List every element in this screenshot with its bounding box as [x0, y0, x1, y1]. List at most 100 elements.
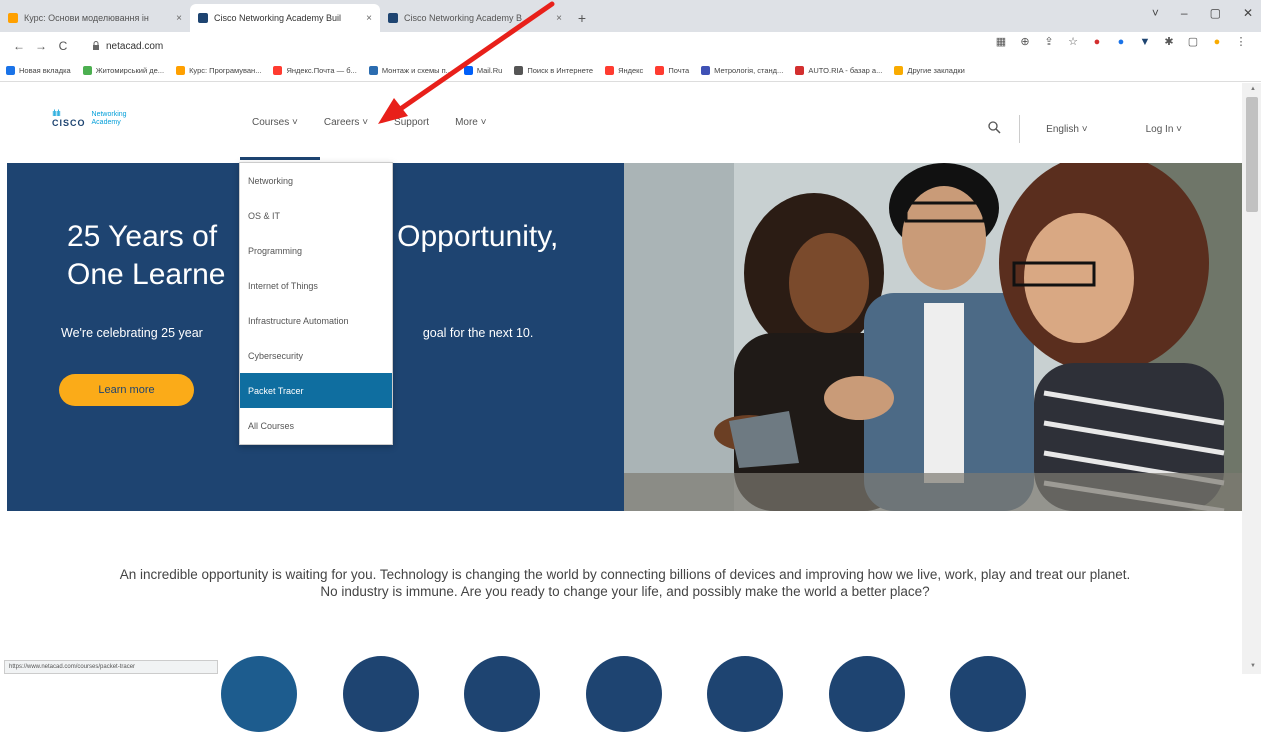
window-controls: ˅ – ▢ ✕ [1152, 6, 1253, 20]
learn-more-button[interactable]: Learn more [59, 374, 194, 406]
cisco-netacad-logo[interactable]: ılıılı CISCO Networking Academy [52, 109, 127, 129]
browser-tab-active[interactable]: Cisco Networking Academy Buil × [190, 4, 380, 32]
bookmark-label: Почта [668, 66, 690, 75]
bookmark-favicon-icon [514, 66, 524, 75]
tab-close-icon[interactable]: × [176, 13, 182, 24]
feature-circle-icon[interactable] [950, 656, 1026, 732]
status-link-preview: https://www.netacad.com/courses/packet-t… [4, 660, 218, 674]
browser-tab-bar: Курс: Основи моделювання ін × Cisco Netw… [0, 0, 1261, 32]
logo-product-line1: Networking [91, 110, 127, 118]
dropdown-item-internet-of-things[interactable]: Internet of Things [240, 268, 392, 303]
tab-title: Курс: Основи моделювання ін [24, 13, 149, 23]
main-nav: Courses ˅ Careers ˅ Support More ˅ [252, 117, 486, 128]
bookmark-favicon-icon [894, 66, 904, 75]
language-selector[interactable]: English ˅ [1046, 124, 1087, 135]
search-icon[interactable] [988, 121, 1001, 137]
tab-close-icon[interactable]: × [366, 13, 372, 24]
logo-product-line2: Academy [91, 118, 121, 126]
sidebar-icon[interactable]: ▢ [1187, 36, 1199, 48]
dropdown-item-os-it[interactable]: OS & IT [240, 198, 392, 233]
dropdown-item-all-courses[interactable]: All Courses [240, 408, 392, 443]
reload-icon[interactable]: C [52, 39, 74, 53]
share-icon[interactable]: ⇪ [1043, 36, 1055, 48]
bookmark-item[interactable]: Поиск в Интернете [514, 66, 593, 75]
zoom-icon[interactable]: ⊕ [1019, 36, 1031, 48]
courses-dropdown-menu: Networking OS & IT Programming Internet of … [239, 162, 393, 445]
scroll-down-icon[interactable]: ▼ [1250, 663, 1256, 669]
tab-favicon-icon [8, 13, 18, 23]
forward-icon[interactable]: → [30, 39, 52, 53]
bookmark-item[interactable]: Mail.Ru [463, 66, 502, 75]
hero-photo [624, 163, 1243, 511]
feature-circle-icon[interactable] [221, 656, 297, 732]
bookmark-item[interactable]: AUTO.RIA - базар а... [795, 66, 882, 75]
bookmark-label: Яндекс [618, 66, 644, 75]
nav-support[interactable]: Support [394, 117, 429, 128]
new-tab-button[interactable]: + [570, 4, 594, 32]
lock-icon[interactable] [92, 40, 100, 52]
header-divider [1019, 115, 1021, 143]
bookmark-item[interactable]: Яндекс [605, 66, 643, 75]
bookmark-item[interactable]: Яндекс.Почта — б... [273, 66, 357, 75]
extension-icon[interactable]: ▼ [1139, 36, 1151, 48]
close-window-button[interactable]: ✕ [1243, 6, 1253, 20]
scrollbar-thumb[interactable] [1246, 97, 1258, 212]
feature-circle-icon[interactable] [343, 656, 419, 732]
back-icon[interactable]: ← [8, 39, 30, 53]
feature-circle-icon[interactable] [829, 656, 905, 732]
dropdown-item-infrastructure-automation[interactable]: Infrastructure Automation [240, 303, 392, 338]
nav-careers[interactable]: Careers ˅ [324, 117, 368, 128]
hero-title-line1b: Opportunity, [397, 220, 559, 253]
tab-search-chevron-icon[interactable]: ˅ [1152, 6, 1159, 20]
dropdown-item-cybersecurity[interactable]: Cybersecurity [240, 338, 392, 373]
nav-more[interactable]: More ˅ [455, 117, 486, 128]
bookmark-favicon-icon [6, 66, 15, 75]
hero-subtitle-a: We're celebrating 25 year [61, 326, 203, 340]
bookmark-label: Курс: Програмуван... [189, 66, 262, 75]
dropdown-item-networking[interactable]: Networking [240, 163, 392, 198]
bookmark-item[interactable]: Другие закладки [894, 66, 965, 75]
feature-circle-icon[interactable] [464, 656, 540, 732]
profile-avatar-icon[interactable]: ● [1211, 36, 1223, 48]
feature-circle-icon[interactable] [586, 656, 662, 732]
translate-icon[interactable]: ▦ [995, 36, 1007, 48]
dropdown-item-packet-tracer[interactable]: Packet Tracer [240, 373, 392, 408]
bookmark-label: AUTO.RIA - базар а... [808, 66, 883, 75]
bookmark-label: Монтаж и схемы п... [381, 66, 452, 75]
scroll-up-icon[interactable]: ▲ [1250, 86, 1256, 92]
bookmark-favicon-icon [463, 66, 473, 75]
tab-close-icon[interactable]: × [556, 13, 562, 24]
site-header: ılıılı CISCO Networking Academy Courses … [0, 83, 1242, 161]
dropdown-item-programming[interactable]: Programming [240, 233, 392, 268]
bookmark-item[interactable]: Житомирський де... [82, 66, 165, 75]
maximize-button[interactable]: ▢ [1210, 6, 1221, 20]
hero-title-line2: One Learne [67, 258, 226, 291]
tab-title: Cisco Networking Academy B [404, 13, 523, 23]
menu-kebab-icon[interactable]: ⋮ [1235, 36, 1247, 48]
bookmark-label: Поиск в Интернете [527, 66, 594, 75]
url-input[interactable]: netacad.com [82, 36, 942, 56]
minimize-button[interactable]: – [1181, 6, 1188, 20]
extension-icon[interactable]: ● [1091, 36, 1103, 48]
bookmark-item[interactable]: Курс: Програмуван... [176, 66, 261, 75]
nav-courses[interactable]: Courses ˅ [252, 117, 298, 128]
login-button[interactable]: Log In ˅ [1146, 124, 1182, 135]
bookmark-favicon-icon [701, 66, 711, 75]
bookmark-item[interactable]: Монтаж и схемы п... [368, 66, 452, 75]
bookmark-favicon-icon [176, 66, 186, 75]
browser-tab[interactable]: Курс: Основи моделювання ін × [0, 4, 190, 32]
extensions-puzzle-icon[interactable]: ✱ [1163, 36, 1175, 48]
bookmark-item[interactable]: Почта [655, 66, 689, 75]
bookmark-star-icon[interactable]: ☆ [1067, 36, 1079, 48]
feature-circle-icon[interactable] [707, 656, 783, 732]
bookmark-favicon-icon [655, 66, 665, 75]
extension-icon[interactable]: ● [1115, 36, 1127, 48]
logo-brand: CISCO [52, 118, 86, 128]
bookmark-item[interactable]: Новая вкладка [6, 66, 71, 75]
bookmark-favicon-icon [795, 66, 805, 75]
bookmark-item[interactable]: Метрологія, станд... [701, 66, 783, 75]
bookmark-label: Житомирський де... [95, 66, 165, 75]
nav-active-indicator [240, 157, 320, 160]
browser-tab[interactable]: Cisco Networking Academy B × [380, 4, 570, 32]
bookmark-favicon-icon [605, 66, 615, 75]
